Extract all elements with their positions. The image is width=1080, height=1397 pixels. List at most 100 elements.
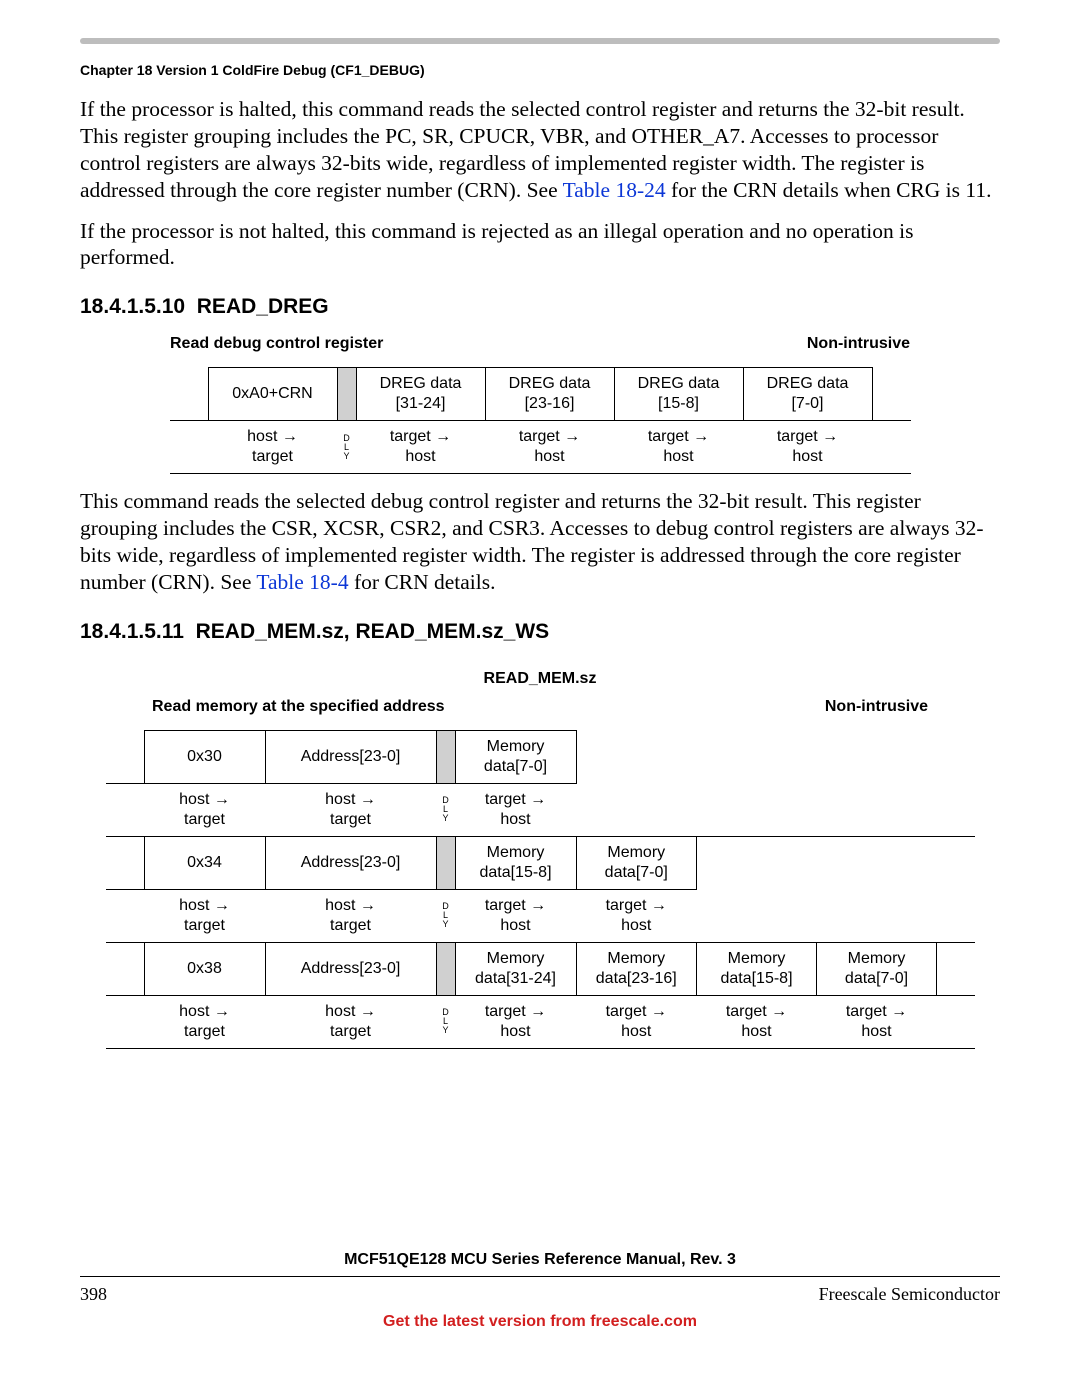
- page: Chapter 18 Version 1 ColdFire Debug (CF1…: [0, 0, 1080, 1397]
- dir-cell: target → host: [817, 995, 937, 1048]
- spacer: [817, 889, 937, 942]
- dir-cell: target → host: [614, 421, 743, 474]
- spacer: [937, 783, 975, 836]
- cell-d23-16: DREG data [23-16]: [485, 368, 614, 421]
- footer-link[interactable]: Get the latest version from freescale.co…: [0, 1313, 1080, 1331]
- dir-cell: target → host: [455, 783, 576, 836]
- cell-data: Memory data[7-0]: [576, 836, 697, 889]
- dir-cell: host → target: [144, 995, 265, 1048]
- paragraph-1: If the processor is halted, this command…: [80, 96, 1000, 204]
- spacer: [106, 730, 145, 783]
- dir-cell: host → target: [265, 995, 436, 1048]
- spacer: [576, 730, 697, 783]
- text: This command reads the selected debug co…: [80, 489, 984, 594]
- timing-table-mem-b: 0x30 Address[23-0] Memory data[7-0] host…: [106, 730, 975, 1049]
- dir-cell: host → target: [144, 783, 265, 836]
- cell-opcode: 0x34: [144, 836, 265, 889]
- spacer: [170, 421, 209, 474]
- spacer: [697, 783, 817, 836]
- spacer: [937, 995, 975, 1048]
- spacer: [697, 836, 817, 889]
- spacer: [697, 730, 817, 783]
- spacer: [872, 368, 911, 421]
- cmd-title: READ_MEM.sz: [80, 670, 1000, 688]
- spacer: [937, 889, 975, 942]
- dly-label: D L Y: [337, 421, 356, 474]
- text: for the CRN details when CRG is 11.: [666, 178, 992, 202]
- timing-table-1: 0xA0+CRN DREG data [31-24] DREG data [23…: [170, 367, 911, 474]
- command-header-1: Read debug control register Non-intrusiv…: [170, 335, 910, 353]
- cell-d7-0: DREG data [7-0]: [743, 368, 872, 421]
- spacer: [817, 783, 937, 836]
- table-link[interactable]: Table 18-4: [256, 570, 348, 594]
- spacer: [106, 995, 145, 1048]
- section-number: 18.4.1.5.10: [80, 295, 185, 318]
- dly-cell: [337, 368, 356, 421]
- cmd-type: Non-intrusive: [807, 335, 910, 353]
- dir-cell: host → target: [144, 889, 265, 942]
- cell-data: Memory data[7-0]: [817, 942, 937, 995]
- cell-address: Address[23-0]: [265, 836, 436, 889]
- dir-cell: target → host: [485, 421, 614, 474]
- cell-data: Memory data[31-24]: [455, 942, 576, 995]
- dir-cell: target → host: [743, 421, 872, 474]
- command-header-2: Read memory at the specified address Non…: [152, 698, 928, 716]
- cell-address: Address[23-0]: [265, 942, 436, 995]
- dly-cell: [436, 730, 455, 783]
- footer-line: 398 Freescale Semiconductor: [80, 1284, 1000, 1305]
- spacer: [106, 942, 145, 995]
- dir-cell: target → host: [576, 889, 697, 942]
- cell-d31-24: DREG data [31-24]: [356, 368, 485, 421]
- dir-cell: host → target: [265, 783, 436, 836]
- cell-opcode: 0x38: [144, 942, 265, 995]
- spacer: [937, 836, 975, 889]
- spacer: [106, 889, 145, 942]
- dly-label: D L Y: [436, 889, 455, 942]
- page-number: 398: [80, 1284, 107, 1305]
- spacer: [106, 836, 145, 889]
- cmd-desc: Read debug control register: [170, 335, 383, 353]
- vendor: Freescale Semiconductor: [819, 1284, 1000, 1305]
- dir-cell: host → target: [265, 889, 436, 942]
- chapter-header: Chapter 18 Version 1 ColdFire Debug (CF1…: [80, 62, 1000, 78]
- section-title: READ_MEM.sz, READ_MEM.sz_WS: [196, 620, 550, 643]
- spacer: [872, 421, 911, 474]
- dly-label: D L Y: [436, 995, 455, 1048]
- spacer: [170, 368, 209, 421]
- dir-cell: target → host: [576, 995, 697, 1048]
- spacer: [697, 889, 817, 942]
- cell-data: Memory data[15-8]: [697, 942, 817, 995]
- text: for CRN details.: [349, 570, 496, 594]
- spacer: [817, 730, 937, 783]
- cell-opcode: 0xA0+CRN: [208, 368, 337, 421]
- cell-data: Memory data[15-8]: [455, 836, 576, 889]
- dly-label: D L Y: [436, 783, 455, 836]
- footer-title: MCF51QE128 MCU Series Reference Manual, …: [0, 1251, 1080, 1269]
- spacer: [937, 730, 975, 783]
- dir-cell: target → host: [455, 995, 576, 1048]
- dly-cell: [436, 942, 455, 995]
- footer-rule: [80, 1276, 1000, 1277]
- cell-opcode: 0x30: [144, 730, 265, 783]
- section-title: READ_DREG: [197, 295, 329, 318]
- cell-address: Address[23-0]: [265, 730, 436, 783]
- spacer: [106, 783, 145, 836]
- dir-cell: target → host: [697, 995, 817, 1048]
- dir-cell: target → host: [356, 421, 485, 474]
- cell-d15-8: DREG data [15-8]: [614, 368, 743, 421]
- section-heading-1: 18.4.1.5.10 READ_DREG: [80, 295, 1000, 319]
- dir-cell: target → host: [455, 889, 576, 942]
- section-heading-2: 18.4.1.5.11 READ_MEM.sz, READ_MEM.sz_WS: [80, 620, 1000, 644]
- dir-cell: host → target: [208, 421, 337, 474]
- table-link[interactable]: Table 18-24: [563, 178, 666, 202]
- cmd-type: Non-intrusive: [825, 698, 928, 716]
- paragraph-2: If the processor is not halted, this com…: [80, 218, 1000, 272]
- paragraph-3: This command reads the selected debug co…: [80, 488, 1000, 596]
- top-rule: [80, 38, 1000, 44]
- cell-data: Memory data[23-16]: [576, 942, 697, 995]
- spacer: [576, 783, 697, 836]
- cell-data: Memory data[7-0]: [455, 730, 576, 783]
- spacer: [937, 942, 975, 995]
- cmd-desc: Read memory at the specified address: [152, 698, 445, 716]
- section-number: 18.4.1.5.11: [80, 620, 184, 643]
